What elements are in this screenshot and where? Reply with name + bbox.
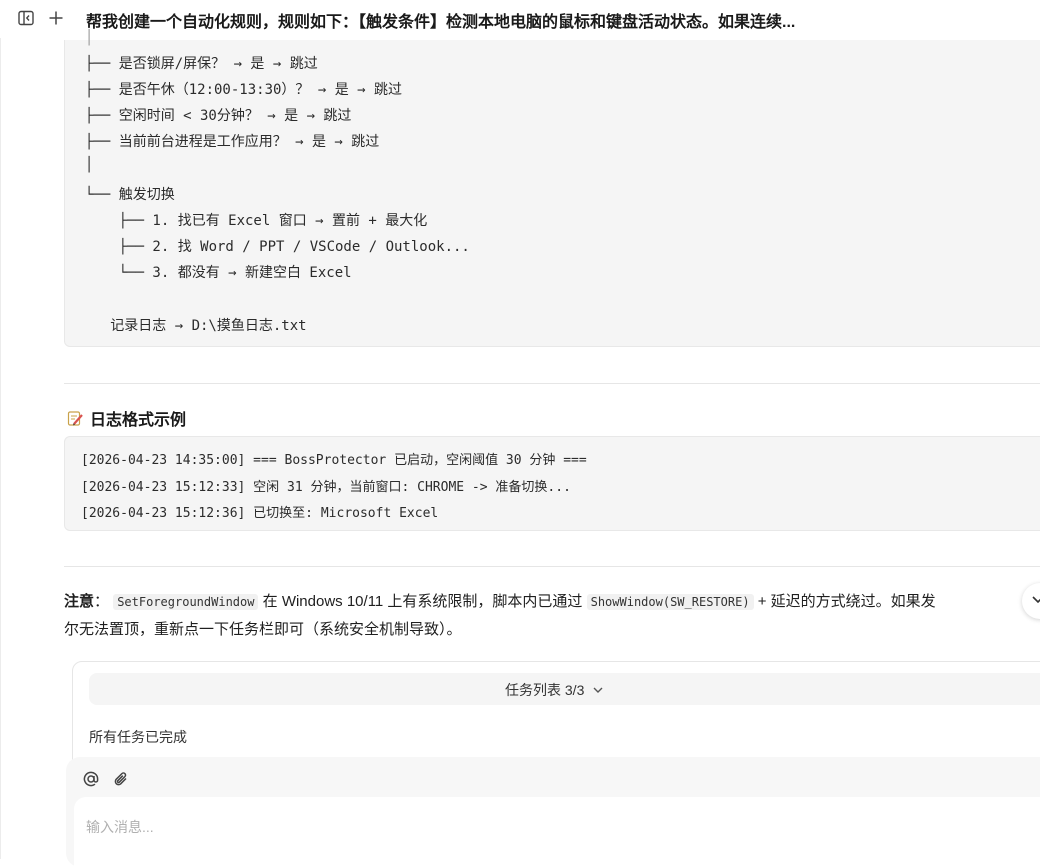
tree-line: ├── 是否午休（12:00-13:30）？ → 是 → 跳过 [85, 82, 403, 98]
task-list-title: 任务列表 3/3 [505, 682, 585, 698]
plus-icon[interactable] [47, 9, 65, 27]
note-text: + 延迟的方式绕过。如果发 [753, 593, 936, 610]
divider [64, 383, 1040, 384]
mention-icon[interactable] [81, 769, 101, 789]
flow-tree-code-block: │ ├── 是否锁屏/屏保？ → 是 → 跳过 ├── 是否午休（12:00-1… [64, 30, 1040, 347]
tree-connector: │ [85, 30, 94, 46]
message-input-placeholder: 输入消息... [86, 819, 154, 835]
note-text: 在 Windows 10/11 上有系统限制，脚本内已通过 [258, 593, 587, 610]
log-line: [2026-04-23 15:12:36] 已切换至: Microsoft Ex… [81, 506, 439, 521]
task-list-toggle[interactable]: 任务列表 3/3 [89, 673, 1040, 705]
log-line: [2026-04-23 14:35:00] === BossProtector … [81, 453, 587, 468]
inline-code: ShowWindow(SW_RESTORE) [586, 594, 754, 610]
chat-title: 帮我创建一个自动化规则，规则如下：【触发条件】检测本地电脑的鼠标和键盘活动状态。… [86, 14, 796, 31]
tree-line: 记录日志 → D:\摸鱼日志.txt [85, 318, 307, 334]
note-label: 注意 [64, 593, 95, 610]
tree-line: │ [85, 157, 94, 173]
message-input[interactable]: 输入消息... [74, 797, 1040, 867]
log-section-title: 日志格式示例 [90, 412, 187, 429]
tree-line: ├── 空闲时间 < 30分钟？ → 是 → 跳过 [85, 108, 352, 124]
task-list-panel: 任务列表 3/3 所有任务已完成 [72, 661, 1040, 771]
tree-line: ├── 当前前台进程是工作应用？ → 是 → 跳过 [85, 134, 380, 150]
sidebar-toggle-icon[interactable] [17, 9, 35, 27]
tree-line: ├── 1. 找已有 Excel 窗口 → 置前 + 最大化 [85, 213, 428, 229]
tree-line: ├── 2. 找 Word / PPT / VSCode / Outlook..… [85, 239, 470, 255]
note-colon: ： [94, 593, 110, 610]
memo-icon [66, 409, 84, 427]
log-line: [2026-04-23 15:12:33] 空闲 31 分钟，当前窗口: CHR… [81, 480, 571, 495]
log-example-code-block: [2026-04-23 14:35:00] === BossProtector … [64, 436, 1040, 531]
tree-line: └── 3. 都没有 → 新建空白 Excel [85, 265, 352, 281]
message-composer: 输入消息... [66, 757, 1040, 867]
note-paragraph: 注意： SetForegroundWindow 在 Windows 10/11 … [64, 588, 1040, 643]
inline-code: SetForegroundWindow [113, 594, 259, 610]
log-section-heading: 日志格式示例 [66, 406, 186, 430]
note-text: 尔无法置顶，重新点一下任务栏即可（系统安全机制导致）。 [64, 621, 462, 638]
task-list-header: 任务列表 3/3 [505, 680, 604, 700]
tree-line: └── 触发切换 [85, 187, 175, 203]
chevron-down-icon [592, 684, 604, 696]
attachment-icon[interactable] [111, 769, 131, 789]
chevron-down-icon [1031, 592, 1040, 611]
tree-line: ├── 是否锁屏/屏保？ → 是 → 跳过 [85, 56, 318, 72]
divider [64, 566, 1040, 567]
left-edge-divider [0, 0, 1, 859]
task-status-text: 所有任务已完成 [89, 729, 187, 745]
chat-header: 帮我创建一个自动化规则，规则如下：【触发条件】检测本地电脑的鼠标和键盘活动状态。… [0, 0, 1040, 38]
